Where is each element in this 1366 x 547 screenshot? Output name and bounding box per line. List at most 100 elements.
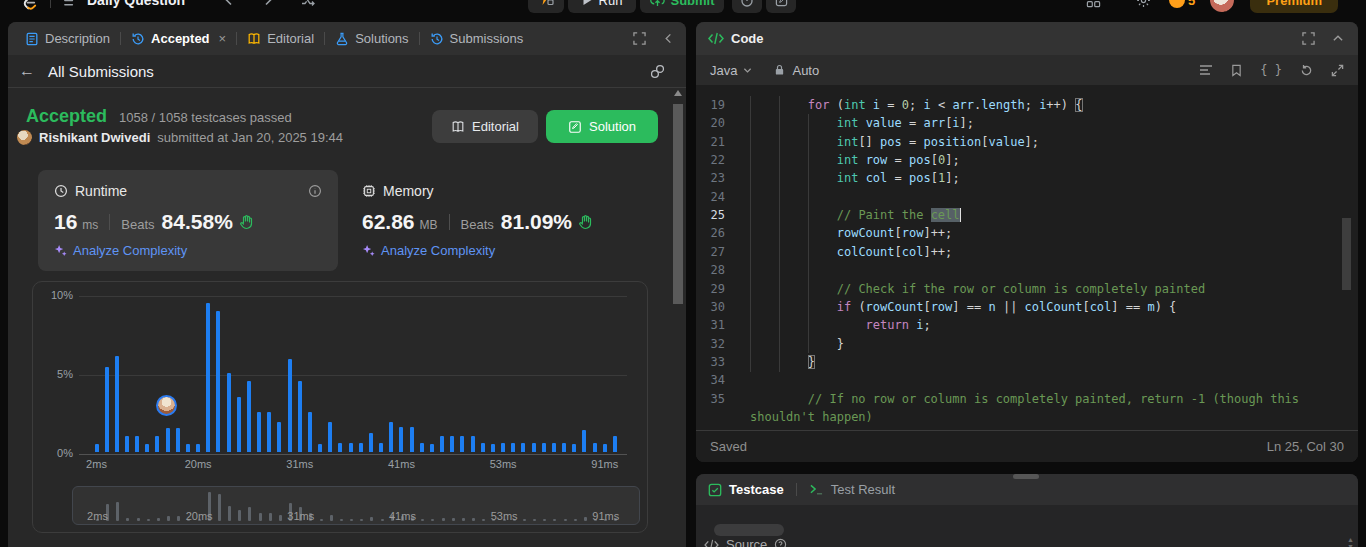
settings-gear-icon[interactable] — [1136, 0, 1151, 8]
source-label[interactable]: Source — [726, 537, 767, 547]
histogram-bar[interactable] — [511, 443, 515, 452]
histogram-bar[interactable] — [521, 443, 525, 452]
code-editor[interactable]: 19 for (int i = 0; i < arr.length; i++) … — [696, 85, 1358, 430]
histogram-bar[interactable] — [460, 436, 464, 452]
premium-button[interactable]: Premium — [1250, 0, 1338, 13]
histogram-bar[interactable] — [105, 367, 109, 452]
histogram-bar[interactable] — [399, 427, 403, 452]
autocomplete-toggle[interactable]: Auto — [792, 63, 819, 78]
histogram-bar[interactable] — [471, 436, 475, 452]
histogram-bar[interactable] — [257, 412, 261, 452]
histogram-bar[interactable] — [420, 443, 424, 452]
streak-flame-icon[interactable] — [1169, 0, 1185, 8]
histogram-bar[interactable] — [176, 428, 180, 452]
histogram-bar[interactable] — [359, 443, 363, 452]
expand-panel-icon[interactable] — [633, 32, 646, 45]
fullscreen-icon[interactable] — [1331, 64, 1344, 77]
histogram-bar[interactable] — [298, 381, 302, 452]
chart-navigator[interactable]: 2ms20ms31ms41ms53ms91ms — [72, 486, 640, 525]
collapse-panel-icon[interactable] — [663, 33, 674, 44]
histogram-bar[interactable] — [603, 444, 607, 452]
histogram-bar[interactable] — [562, 443, 566, 452]
histogram-bar[interactable] — [206, 303, 210, 452]
histogram-bar[interactable] — [491, 444, 495, 452]
histogram-bar[interactable] — [216, 311, 220, 452]
panel-resize-handle[interactable] — [1013, 474, 1039, 479]
testcase-scrollbar[interactable]: ▲▼ — [1347, 536, 1354, 547]
language-select[interactable]: Java — [710, 63, 737, 78]
histogram-bar[interactable] — [308, 412, 312, 452]
all-submissions-label[interactable]: All Submissions — [48, 63, 154, 80]
tab-submissions[interactable]: Submissions — [430, 31, 524, 46]
runtime-card[interactable]: Runtime 16 ms Beats 84.58% Analyze Compl… — [38, 170, 338, 271]
format-code-icon[interactable] — [1199, 64, 1213, 76]
testcase-case-pill[interactable] — [714, 524, 784, 536]
histogram-bar[interactable] — [135, 436, 139, 452]
histogram-bar[interactable] — [369, 433, 373, 452]
histogram-bar[interactable] — [328, 422, 332, 452]
back-arrow-icon[interactable]: ← — [19, 62, 35, 80]
histogram-bar[interactable] — [349, 443, 353, 452]
tab-accepted[interactable]: Accepted × — [131, 31, 226, 46]
editor-scrollbar-thumb[interactable] — [1342, 218, 1351, 290]
cursor-position[interactable]: Ln 25, Col 30 — [1267, 439, 1344, 454]
copy-link-icon[interactable] — [649, 63, 666, 80]
author-avatar[interactable] — [17, 130, 32, 145]
user-avatar[interactable] — [1210, 0, 1234, 12]
histogram-bar[interactable] — [227, 373, 231, 452]
tab-editorial[interactable]: Editorial — [247, 31, 314, 46]
histogram-bar[interactable] — [582, 430, 586, 452]
histogram-bar[interactable] — [288, 359, 292, 452]
reset-code-icon[interactable] — [1300, 64, 1313, 77]
histogram-bar[interactable] — [237, 397, 241, 452]
timer-icon[interactable] — [732, 0, 762, 13]
scrollbar-thumb[interactable] — [673, 104, 683, 304]
histogram-bar[interactable] — [440, 436, 444, 452]
user-runtime-marker[interactable] — [156, 395, 177, 416]
histogram-bar[interactable] — [338, 443, 342, 452]
run-button[interactable]: Run — [568, 0, 636, 13]
tab-testcase[interactable]: Testcase — [729, 482, 784, 497]
bookmark-icon[interactable] — [1231, 64, 1242, 77]
histogram-bar[interactable] — [542, 443, 546, 452]
histogram-bar[interactable] — [95, 444, 99, 452]
histogram-bar[interactable] — [481, 443, 485, 452]
author-name[interactable]: Rishikant Dwivedi — [39, 130, 150, 145]
leetcode-logo[interactable] — [20, 0, 38, 10]
histogram-bar[interactable] — [410, 427, 414, 452]
histogram-bar[interactable] — [450, 436, 454, 452]
histogram-bar[interactable] — [532, 443, 536, 452]
editorial-button[interactable]: Editorial — [432, 110, 538, 143]
histogram-bar[interactable] — [166, 428, 170, 452]
histogram-bar[interactable] — [186, 444, 190, 452]
histogram-bar[interactable] — [572, 444, 576, 452]
analyze-complexity-memory[interactable]: Analyze Complexity — [362, 243, 630, 258]
tab-test-result[interactable]: Test Result — [831, 482, 895, 497]
info-icon[interactable] — [308, 184, 322, 198]
problem-list-icon[interactable] — [63, 0, 78, 8]
histogram-bar[interactable] — [613, 436, 617, 452]
histogram-bar[interactable] — [115, 356, 119, 452]
histogram-bar[interactable] — [196, 444, 200, 452]
left-panel-scrollbar[interactable] — [672, 88, 684, 547]
histogram-bar[interactable] — [145, 444, 149, 452]
close-tab-icon[interactable]: × — [219, 31, 227, 46]
layout-icon[interactable] — [1086, 0, 1101, 8]
histogram-bar[interactable] — [125, 436, 129, 452]
histogram-bar[interactable] — [247, 381, 251, 452]
solution-button[interactable]: Solution — [546, 110, 658, 143]
collapse-up-icon[interactable] — [1332, 33, 1344, 44]
notes-icon[interactable] — [766, 0, 796, 13]
debugger-button[interactable] — [528, 0, 564, 13]
submit-button[interactable]: Submit — [640, 0, 724, 13]
histogram-bar[interactable] — [318, 444, 322, 452]
histogram-bar[interactable] — [155, 436, 159, 452]
analyze-complexity-runtime[interactable]: Analyze Complexity — [54, 243, 322, 258]
histogram-bar[interactable] — [277, 422, 281, 452]
next-question-icon[interactable] — [262, 0, 274, 6]
histogram-bar[interactable] — [501, 443, 505, 452]
tab-solutions[interactable]: Solutions — [335, 31, 408, 46]
braces-icon[interactable]: { } — [1260, 63, 1282, 77]
tab-description[interactable]: Description — [25, 31, 110, 46]
histogram-bar[interactable] — [379, 443, 383, 452]
